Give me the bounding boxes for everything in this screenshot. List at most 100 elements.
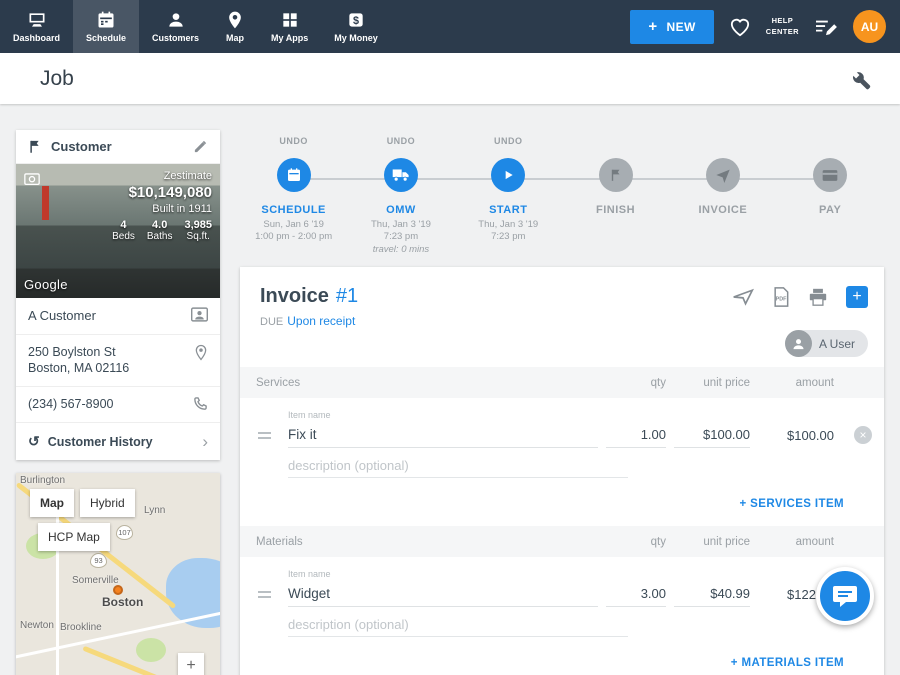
- baths-stat: 4.0Baths: [147, 219, 173, 242]
- sidebar: Customer Zestimate $10,149,080 Built in …: [16, 130, 220, 675]
- timeline-step-invoice: INVOICE: [669, 136, 776, 256]
- material-item-row: $122.97 ×: [240, 579, 884, 607]
- photo-icon: [24, 172, 40, 185]
- heart-icon[interactable]: [729, 17, 751, 37]
- unit-price-column-header: unit price: [674, 536, 750, 548]
- truck-icon: [392, 168, 410, 182]
- due-value-link[interactable]: Upon receipt: [287, 314, 355, 328]
- zestimate-value: $10,149,080: [112, 184, 212, 201]
- pdf-icon[interactable]: PDF: [772, 287, 790, 307]
- nav-item-map[interactable]: Map: [212, 0, 258, 53]
- timeline-step-start: UNDO START Thu, Jan 3 '197:23 pm: [455, 136, 562, 256]
- add-services-item-link[interactable]: + SERVICES ITEM: [739, 498, 844, 510]
- nav-item-my-money[interactable]: $ My Money: [321, 0, 391, 53]
- material-description-input[interactable]: [288, 613, 628, 637]
- service-description-input[interactable]: [288, 454, 628, 478]
- undo-omw-link[interactable]: UNDO: [387, 136, 416, 148]
- timeline-step-omw: UNDO OMW Thu, Jan 3 '197:23 pmtravel: 0 …: [347, 136, 454, 256]
- page-header: Job: [0, 53, 900, 104]
- location-pin-icon[interactable]: [194, 344, 208, 361]
- property-photo: Zestimate $10,149,080 Built in 1911 4Bed…: [16, 164, 220, 298]
- map-park: [136, 638, 166, 662]
- map-widget[interactable]: Burlington Lynn Somerville Boston Newton…: [16, 473, 220, 675]
- page-title: Job: [40, 67, 74, 91]
- customer-history-row[interactable]: ↺ Customer History ›: [16, 423, 220, 460]
- schedule-step-button[interactable]: [277, 158, 311, 192]
- zestimate-overlay: Zestimate $10,149,080 Built in 1911 4Bed…: [112, 170, 212, 242]
- amount-column-header: amount: [758, 536, 834, 548]
- qty-column-header: qty: [606, 377, 666, 389]
- avatar[interactable]: AU: [853, 10, 886, 43]
- send-plane-icon: [715, 167, 731, 183]
- user-avatar-icon: [785, 330, 812, 357]
- omw-step-button[interactable]: [384, 158, 418, 192]
- map-label: Newton: [20, 620, 54, 631]
- sqft-stat: 3,985Sq.ft.: [184, 219, 212, 242]
- material-unit-price-input[interactable]: [674, 581, 750, 607]
- drag-handle-icon[interactable]: [256, 591, 280, 598]
- add-materials-item-link[interactable]: + MATERIALS ITEM: [731, 657, 844, 669]
- customer-name-row: A Customer: [16, 298, 220, 335]
- flag-icon: [28, 139, 43, 154]
- nav-item-customers[interactable]: Customers: [139, 0, 212, 53]
- map-label: Burlington: [20, 475, 65, 486]
- map-type-button[interactable]: Map: [30, 489, 74, 517]
- add-invoice-icon[interactable]: +: [846, 286, 868, 308]
- service-unit-price-input[interactable]: [674, 422, 750, 448]
- chat-icon: [832, 584, 858, 608]
- chat-bubble-button[interactable]: [816, 567, 874, 625]
- map-label: Brookline: [60, 622, 102, 633]
- map-label: Lynn: [144, 505, 165, 516]
- hcp-map-button[interactable]: HCP Map: [38, 523, 110, 551]
- apps-grid-icon: [280, 10, 300, 30]
- undo-schedule-link[interactable]: UNDO: [279, 136, 308, 148]
- svg-text:$: $: [353, 15, 359, 27]
- edit-pencil-icon[interactable]: [193, 139, 208, 154]
- service-name-input[interactable]: [288, 422, 598, 448]
- print-icon[interactable]: [808, 288, 828, 306]
- due-line: DUEUpon receipt: [260, 314, 868, 328]
- zoom-in-button[interactable]: +: [178, 653, 204, 675]
- invoice-card: Invoice #1 PDF + DUEUpon receipt A User …: [240, 267, 884, 675]
- assigned-user-chip[interactable]: A User: [785, 330, 868, 357]
- service-item-row: $100.00 ×: [240, 420, 884, 448]
- customer-address-row: 250 Boylston St Boston, MA 02116: [16, 335, 220, 388]
- customers-icon: [166, 10, 186, 30]
- customer-phone-row: (234) 567-8900: [16, 387, 220, 423]
- money-icon: $: [346, 10, 366, 30]
- nav-item-dashboard[interactable]: Dashboard: [0, 0, 73, 53]
- finish-step-button[interactable]: [599, 158, 633, 192]
- map-road: [56, 493, 59, 675]
- undo-start-link[interactable]: UNDO: [494, 136, 523, 148]
- send-invoice-icon[interactable]: [732, 288, 754, 306]
- customer-address: 250 Boylston St Boston, MA 02116: [28, 344, 194, 378]
- nav-item-schedule[interactable]: Schedule: [73, 0, 139, 53]
- contact-card-icon[interactable]: [191, 307, 208, 322]
- invoice-number: #1: [336, 285, 358, 308]
- help-center-link[interactable]: HELP CENTER: [766, 16, 799, 36]
- material-qty-input[interactable]: [606, 581, 666, 607]
- drag-handle-icon[interactable]: [256, 432, 280, 439]
- notes-pencil-icon[interactable]: [814, 17, 838, 37]
- timeline-step-finish: FINISH: [562, 136, 669, 256]
- timeline-step-pay: PAY: [776, 136, 883, 256]
- nav-item-my-apps[interactable]: My Apps: [258, 0, 321, 53]
- remove-item-icon[interactable]: ×: [854, 426, 872, 444]
- item-name-label: Item name: [240, 557, 884, 579]
- highway-shield: 93: [90, 553, 107, 568]
- job-tools-icon[interactable]: [848, 67, 872, 91]
- material-name-input[interactable]: [288, 581, 598, 607]
- item-name-label: Item name: [240, 398, 884, 420]
- phone-icon[interactable]: [193, 396, 208, 411]
- job-status-timeline: UNDO SCHEDULE Sun, Jan 6 '191:00 pm - 2:…: [240, 136, 884, 264]
- start-step-button[interactable]: [491, 158, 525, 192]
- unit-price-column-header: unit price: [674, 377, 750, 389]
- pay-step-button[interactable]: [813, 158, 847, 192]
- new-button[interactable]: + NEW: [630, 10, 713, 44]
- invoice-step-button[interactable]: [706, 158, 740, 192]
- qty-column-header: qty: [606, 536, 666, 548]
- service-qty-input[interactable]: [606, 422, 666, 448]
- map-label: Somerville: [72, 575, 119, 586]
- hybrid-type-button[interactable]: Hybrid: [80, 489, 135, 517]
- credit-card-icon: [822, 169, 838, 182]
